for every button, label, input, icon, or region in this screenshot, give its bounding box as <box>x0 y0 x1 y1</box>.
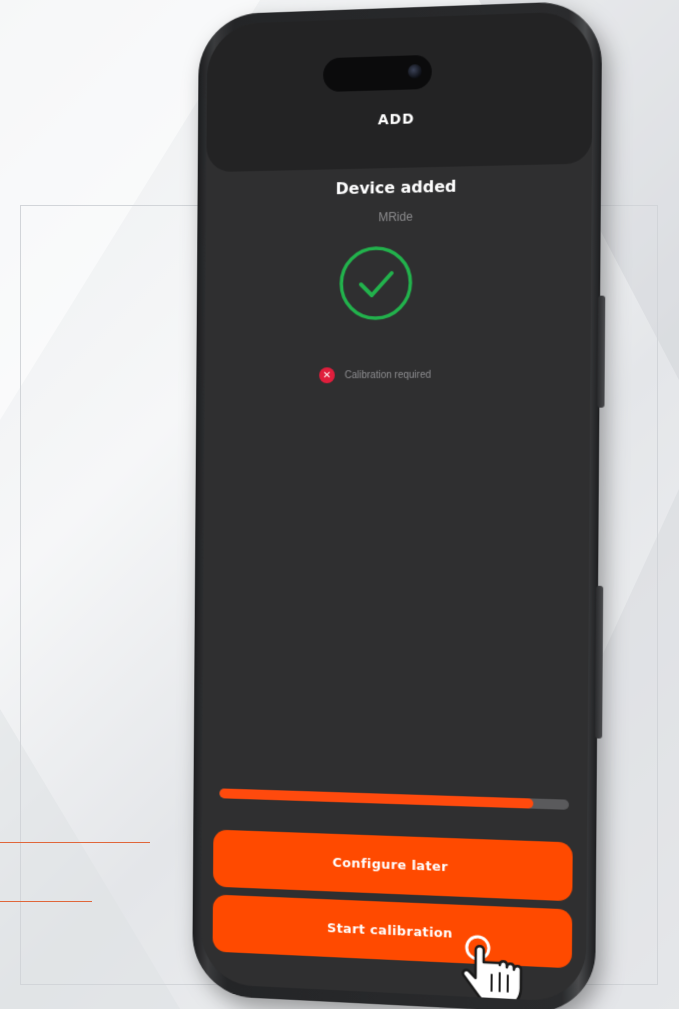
error-x-icon: ✕ <box>319 367 335 384</box>
device-name: MRide <box>378 209 413 225</box>
phone-screen: ADD Device added MRide ✕ Calibration req… <box>200 10 593 1003</box>
accent-line <box>0 842 150 843</box>
progress-bar <box>219 788 569 810</box>
page-title: ADD <box>377 111 415 129</box>
accent-line <box>0 901 92 902</box>
calibration-status-text: Calibration required <box>344 369 431 381</box>
dynamic-island <box>323 54 432 93</box>
tap-hand-icon <box>461 931 524 1003</box>
calibration-status: ✕ Calibration required <box>319 365 431 385</box>
configure-later-button[interactable]: Configure later <box>213 829 573 902</box>
phone-mockup: ADD Device added MRide ✕ Calibration req… <box>192 0 606 1009</box>
device-status-title: Device added <box>335 176 457 199</box>
checkmark-circle-icon <box>337 244 415 323</box>
progress-fill <box>219 788 534 809</box>
app-header: ADD <box>206 10 593 173</box>
side-button <box>594 585 604 739</box>
camera-icon <box>407 64 422 79</box>
side-button <box>597 295 606 408</box>
